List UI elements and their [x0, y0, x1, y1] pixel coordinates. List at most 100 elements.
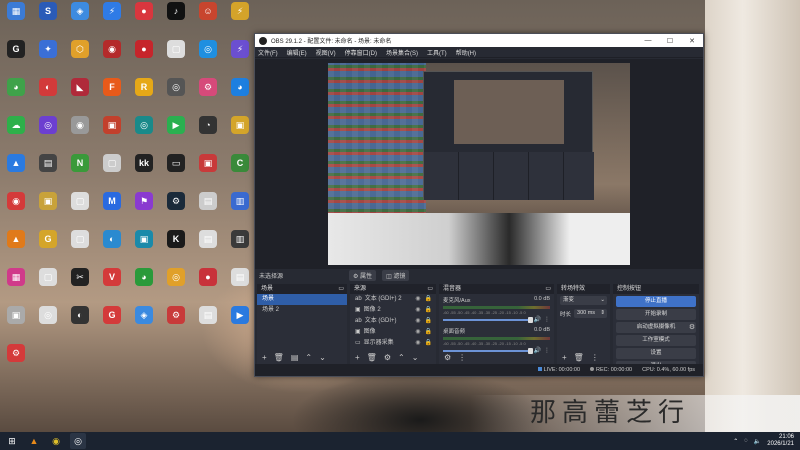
remove-scene-icon[interactable]: 🗑: [274, 353, 284, 362]
source-item[interactable]: ▭ 显示器采集 ◉ 🔒: [350, 338, 436, 349]
volume-icon[interactable]: 🔈: [754, 438, 761, 445]
dock-float-icon[interactable]: ▭: [545, 284, 551, 294]
desktop-icon[interactable]: ◎: [128, 114, 160, 152]
desktop-icon[interactable]: ●: [192, 266, 224, 304]
start-recording-button[interactable]: 开始录制: [616, 309, 696, 320]
duration-input[interactable]: 300 ms ⇕: [574, 309, 607, 318]
desktop-icon[interactable]: ⚙: [0, 342, 32, 380]
move-up-icon[interactable]: ⌃: [398, 353, 405, 362]
desktop-icon[interactable]: ◔: [192, 114, 224, 152]
chrome-taskbar-icon[interactable]: ◉: [48, 433, 64, 449]
add-source-icon[interactable]: +: [355, 353, 360, 362]
desktop-icon[interactable]: ◐: [64, 304, 96, 342]
dock-float-icon[interactable]: ▭: [427, 284, 433, 294]
visibility-icon[interactable]: ◉: [415, 338, 420, 349]
visibility-icon[interactable]: ◉: [415, 305, 420, 316]
source-properties-icon[interactable]: ⚙: [384, 353, 391, 362]
desktop-icon[interactable]: ●: [128, 0, 160, 38]
dock-float-icon[interactable]: ▭: [338, 284, 344, 294]
menu-help[interactable]: 帮助(H): [456, 48, 476, 57]
obs-taskbar-icon[interactable]: ◎: [70, 433, 86, 449]
desktop-icon[interactable]: kk: [128, 152, 160, 190]
desktop-icon[interactable]: ✂: [64, 266, 96, 304]
menu-file[interactable]: 文件(F): [258, 48, 278, 57]
desktop-icon[interactable]: ⚡: [96, 0, 128, 38]
desktop-icon[interactable]: C: [224, 152, 256, 190]
add-scene-icon[interactable]: +: [262, 353, 267, 362]
desktop-icon[interactable]: ◈: [64, 0, 96, 38]
maximize-button[interactable]: ☐: [659, 37, 681, 45]
desktop-icon[interactable]: ◉: [96, 38, 128, 76]
move-down-icon[interactable]: ⌄: [412, 353, 419, 362]
desktop-icon[interactable]: ⚡: [224, 38, 256, 76]
desktop-icon[interactable]: ◣: [64, 76, 96, 114]
lock-icon[interactable]: 🔒: [425, 294, 432, 305]
scene-item[interactable]: 场景 2: [257, 305, 347, 316]
remove-source-icon[interactable]: 🗑: [367, 353, 377, 362]
desktop-icon[interactable]: S: [32, 0, 64, 38]
desktop-icon[interactable]: G: [96, 304, 128, 342]
scene-filters-icon[interactable]: ▤: [291, 353, 299, 362]
lock-icon[interactable]: 🔒: [425, 338, 432, 349]
desktop-icon[interactable]: ⚑: [128, 190, 160, 228]
desktop-icon[interactable]: ▤: [32, 152, 64, 190]
desktop-icon[interactable]: ●: [128, 38, 160, 76]
lock-icon[interactable]: 🔒: [425, 305, 432, 316]
minimize-button[interactable]: —: [637, 37, 659, 44]
mixer-menu-icon[interactable]: ⋮: [458, 353, 466, 362]
advanced-audio-icon[interactable]: ⚙: [444, 353, 451, 362]
clock[interactable]: 21:06 2026/1/21: [767, 434, 794, 448]
desktop-icon[interactable]: ◐: [96, 228, 128, 266]
tray-chevron-icon[interactable]: ⌃: [733, 438, 738, 445]
remove-transition-icon[interactable]: 🗑: [574, 353, 584, 362]
desktop-icon[interactable]: ◎: [160, 76, 192, 114]
desktop-icon[interactable]: ▭: [160, 152, 192, 190]
visibility-icon[interactable]: ◉: [415, 316, 420, 327]
settings-button[interactable]: 设置: [616, 348, 696, 359]
desktop-icon[interactable]: ◐: [32, 76, 64, 114]
desktop-icon[interactable]: ⚡: [224, 0, 256, 38]
obs-titlebar[interactable]: OBS 29.1.2 - 配置文件: 未命名 - 场景: 未命名 — ☐ ✕: [255, 34, 703, 47]
lock-icon[interactable]: 🔒: [425, 316, 432, 327]
desktop-icon[interactable]: ▲: [0, 228, 32, 266]
vlc-taskbar-icon[interactable]: ▲: [26, 433, 42, 449]
desktop-icon[interactable]: ▲: [0, 152, 32, 190]
desktop-icon[interactable]: ⚙: [160, 190, 192, 228]
network-icon[interactable]: ◌: [744, 438, 748, 444]
desktop-icon[interactable]: ▣: [224, 114, 256, 152]
lock-icon[interactable]: 🔒: [425, 327, 432, 338]
desktop-icon[interactable]: ⚙: [160, 304, 192, 342]
desktop-icon[interactable]: ◉: [64, 114, 96, 152]
desktop-icon[interactable]: ▦: [0, 0, 32, 38]
program-preview[interactable]: [328, 63, 630, 265]
desktop-icon[interactable]: G: [0, 38, 32, 76]
desktop-icon[interactable]: ▥: [224, 190, 256, 228]
desktop-icon[interactable]: ▢: [64, 228, 96, 266]
desktop-icon[interactable]: ▢: [64, 190, 96, 228]
source-item[interactable]: ▣ 图像 2 ◉ 🔒: [350, 305, 436, 316]
desktop-icon[interactable]: G: [32, 228, 64, 266]
desktop-icon[interactable]: ☺: [192, 0, 224, 38]
menu-edit[interactable]: 编辑(E): [287, 48, 307, 57]
desktop-icon[interactable]: ▤: [192, 228, 224, 266]
desktop-icon[interactable]: ▣: [32, 190, 64, 228]
desktop-icon[interactable]: ▶: [224, 304, 256, 342]
desktop-icon[interactable]: ◕: [0, 76, 32, 114]
desktop-icon[interactable]: ◎: [32, 114, 64, 152]
virtual-camera-button[interactable]: 启动虚拟摄像机 ⚙: [616, 322, 696, 333]
desktop-icon[interactable]: ▣: [0, 304, 32, 342]
desktop-icon[interactable]: N: [64, 152, 96, 190]
desktop-icon[interactable]: ▣: [192, 152, 224, 190]
move-up-icon[interactable]: ⌃: [305, 353, 312, 362]
desktop-icon[interactable]: ⬡: [64, 38, 96, 76]
desktop-icon[interactable]: M: [96, 190, 128, 228]
visibility-icon[interactable]: ◉: [415, 294, 420, 305]
source-item[interactable]: ab 文本 (GDI+) 2 ◉ 🔒: [350, 294, 436, 305]
desktop-icon[interactable]: ✦: [32, 38, 64, 76]
desktop-icon[interactable]: ▥: [224, 228, 256, 266]
desktop-icon[interactable]: ◕: [128, 266, 160, 304]
desktop-icon[interactable]: K: [160, 228, 192, 266]
menu-view[interactable]: 视图(V): [316, 48, 336, 57]
close-button[interactable]: ✕: [681, 37, 703, 45]
stop-streaming-button[interactable]: 停止直播: [616, 296, 696, 307]
